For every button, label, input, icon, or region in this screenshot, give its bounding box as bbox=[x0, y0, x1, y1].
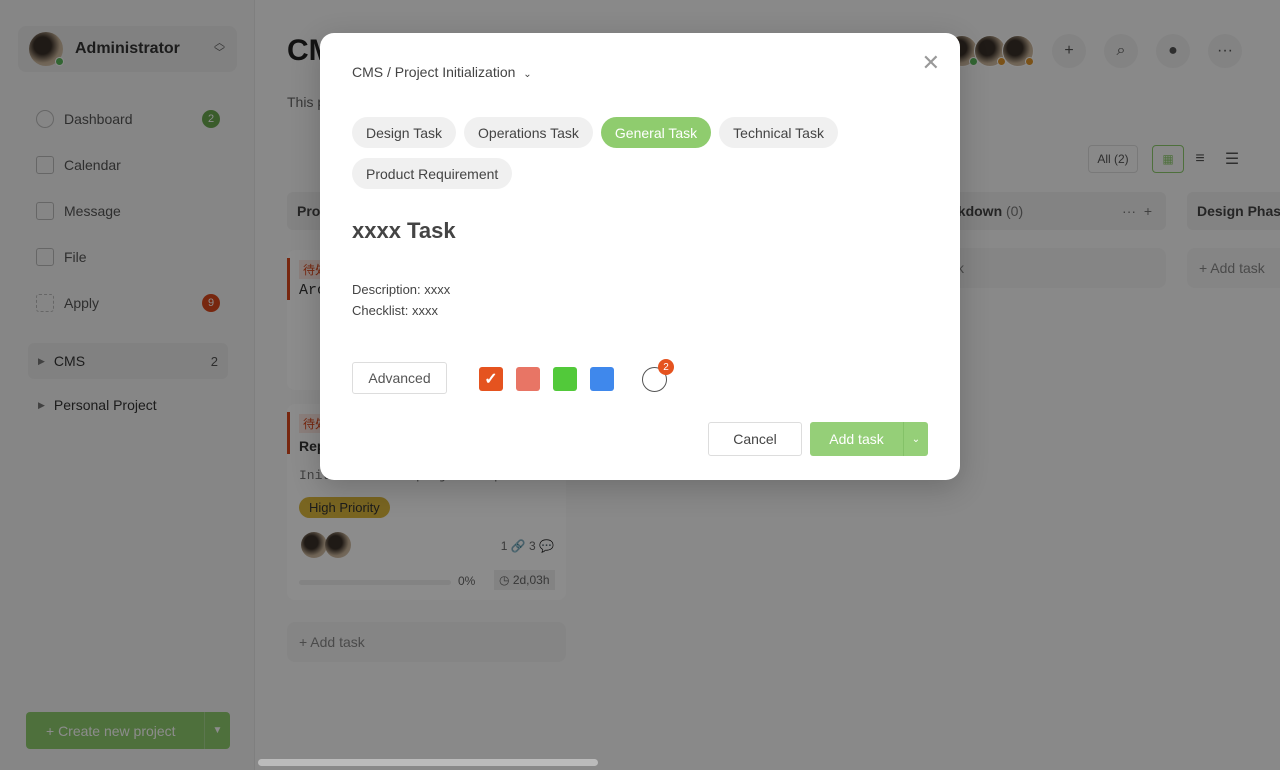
description-text: Description: xxxx bbox=[352, 282, 451, 297]
task-description-input[interactable]: Description: xxxx Checklist: xxxx bbox=[352, 279, 450, 321]
project-selector[interactable]: CMS / Project Initialization ⌄ bbox=[352, 64, 532, 80]
chip-product-requirement[interactable]: Product Requirement bbox=[352, 158, 513, 189]
task-title-input[interactable]: xxxx Task bbox=[352, 218, 456, 244]
add-task-submit[interactable]: Add task ⌄ bbox=[810, 422, 928, 456]
close-icon[interactable]: ✕ bbox=[922, 52, 940, 74]
count-badge: 2 bbox=[658, 359, 674, 375]
checklist-text: Checklist: xxxx bbox=[352, 303, 438, 318]
clock-icon[interactable]: 2 bbox=[642, 359, 674, 392]
breadcrumb: CMS / Project Initialization bbox=[352, 64, 516, 80]
color-swatch[interactable] bbox=[590, 367, 614, 391]
color-swatch-selected[interactable]: ✓ bbox=[479, 367, 503, 391]
add-task-dialog: CMS / Project Initialization ⌄ ✕ Design … bbox=[320, 33, 960, 480]
chip-operations-task[interactable]: Operations Task bbox=[464, 117, 593, 148]
advanced-button[interactable]: Advanced bbox=[352, 362, 447, 394]
chevron-down-icon[interactable]: ⌄ bbox=[903, 422, 928, 456]
cancel-button[interactable]: Cancel bbox=[708, 422, 802, 456]
add-task-label[interactable]: Add task bbox=[810, 422, 903, 456]
chip-design-task[interactable]: Design Task bbox=[352, 117, 457, 148]
chip-general-task[interactable]: General Task bbox=[600, 117, 712, 148]
check-icon: ✓ bbox=[484, 371, 498, 388]
color-swatch[interactable] bbox=[553, 367, 577, 391]
task-type-chips: Design Task Operations Task General Task… bbox=[352, 117, 872, 189]
color-swatch[interactable] bbox=[516, 367, 540, 391]
horizontal-scrollbar[interactable] bbox=[258, 759, 598, 766]
chip-technical-task[interactable]: Technical Task bbox=[719, 117, 838, 148]
chevron-down-icon: ⌄ bbox=[523, 69, 532, 80]
